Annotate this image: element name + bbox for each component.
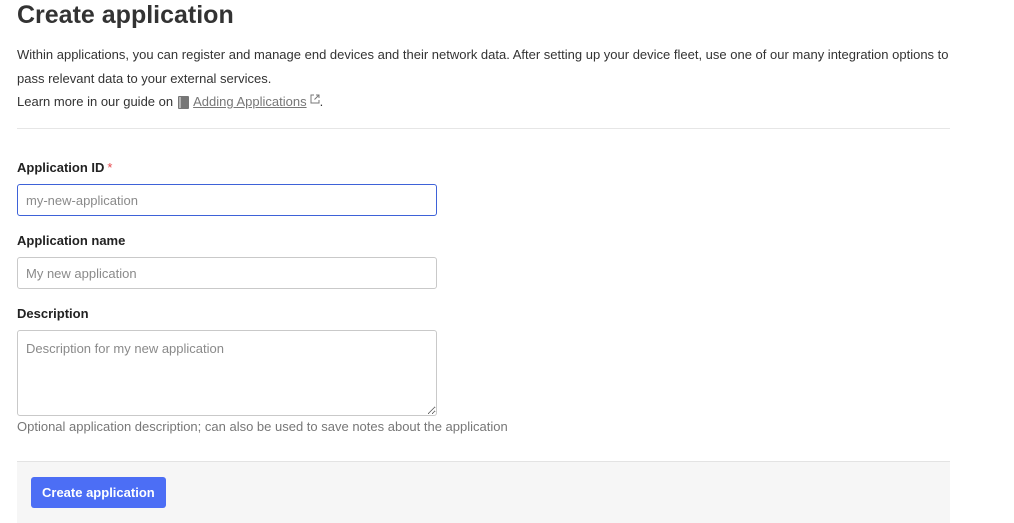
form-footer: Create application (17, 461, 950, 523)
required-mark: * (107, 160, 113, 175)
intro-text: Within applications, you can register an… (17, 47, 949, 86)
book-icon (178, 96, 190, 110)
application-id-label-text: Application ID (17, 160, 105, 175)
guide-line: Learn more in our guide on Adding Applic… (17, 90, 952, 114)
description-hint: Optional application description; can al… (17, 419, 508, 434)
application-name-label: Application name (17, 233, 126, 248)
application-id-input[interactable] (17, 184, 437, 216)
intro-section: Within applications, you can register an… (17, 43, 952, 114)
adding-applications-link[interactable]: Adding Applications (193, 90, 306, 114)
page-title: Create application (17, 1, 234, 29)
description-label: Description (17, 306, 89, 321)
application-name-input[interactable] (17, 257, 437, 289)
create-application-page: Create application Within applications, … (0, 0, 1014, 523)
guide-suffix: . (319, 94, 324, 109)
section-divider (17, 128, 950, 129)
application-id-label: Application ID * (17, 160, 112, 175)
description-textarea[interactable] (17, 330, 437, 416)
create-application-button[interactable]: Create application (31, 477, 166, 508)
external-link-icon[interactable] (310, 94, 320, 104)
guide-prefix: Learn more in our guide on (17, 94, 174, 109)
